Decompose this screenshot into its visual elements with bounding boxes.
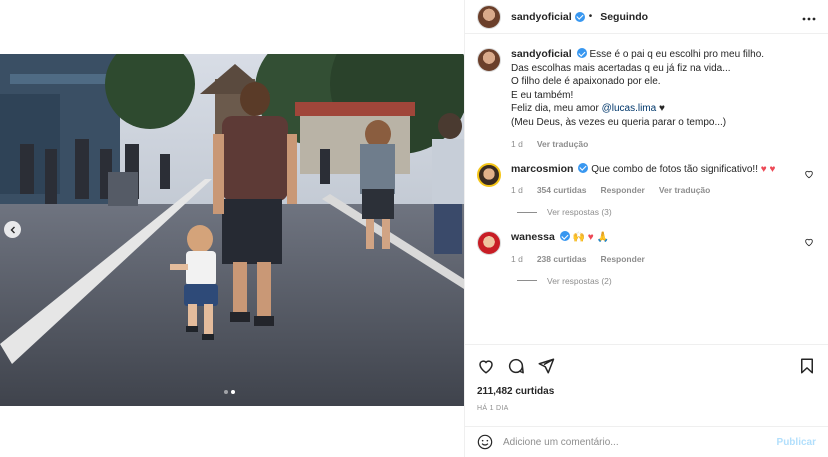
comment-likes[interactable]: 354 curtidas: [537, 185, 587, 195]
caption-line-6: (Meu Deus, às vezes eu queria parar o te…: [511, 116, 727, 128]
caption-text: sandyoficial Esse é o pai q eu escolhi p…: [511, 48, 816, 130]
caption-avatar[interactable]: [477, 48, 501, 72]
view-replies-button[interactable]: Ver respostas (3): [517, 207, 816, 217]
comment-body: 🙌 ♥ 🙏: [572, 232, 609, 244]
instagram-post-view: sandyoficial • Seguindo sandyoficial Ess…: [0, 0, 828, 457]
caption: sandyoficial Esse é o pai q eu escolhi p…: [477, 48, 816, 149]
photo-illustration: [0, 54, 464, 406]
view-replies-button[interactable]: Ver respostas (2): [517, 276, 816, 286]
caption-line-1: Esse é o pai q eu escolhi pro meu filho.: [589, 49, 765, 60]
carousel-prev-button[interactable]: [4, 221, 21, 238]
save-bookmark-icon[interactable]: [798, 357, 816, 375]
caption-age: 1 d: [511, 138, 523, 149]
comment-emoji: ♥ ♥: [760, 163, 776, 175]
emoji-smiley-icon[interactable]: [477, 434, 493, 450]
likes-count[interactable]: 211,482 curtidas: [477, 386, 554, 397]
verified-badge-icon: [559, 231, 570, 242]
post-header: sandyoficial • Seguindo: [465, 0, 828, 34]
comment-meta: 1 d 354 curtidas Responder Ver tradução: [511, 185, 798, 195]
comment-input[interactable]: [503, 436, 767, 448]
caption-line-4: E eu também!: [511, 89, 574, 101]
verified-badge-icon: [576, 48, 587, 58]
comment-meta: 1 d 238 curtidas Responder: [511, 254, 798, 264]
header-separator: •: [588, 11, 593, 22]
comment-bubble-icon[interactable]: [507, 357, 525, 375]
caption-line-2: Das escolhas mais acertadas q eu já fiz …: [511, 62, 731, 74]
carousel-dot-active: [231, 390, 235, 394]
caption-meta: 1 d Ver tradução: [511, 139, 816, 149]
comment-composer: Publicar: [465, 426, 828, 457]
comment-age: 1 d: [511, 185, 523, 196]
comment-item: wanessa 🙌 ♥ 🙏 1 d 238 curtidas Responder: [477, 231, 816, 264]
caption-translate-link[interactable]: Ver tradução: [537, 139, 589, 149]
post-timestamp[interactable]: HÁ 1 DIA: [477, 405, 509, 412]
caption-username[interactable]: sandyoficial: [511, 48, 572, 60]
comment-reply-button[interactable]: Responder: [600, 185, 644, 195]
comment-body: Que combo de fotos tão significativo!!: [591, 163, 761, 175]
caption-line-5: Feliz dia, meu amor: [511, 103, 602, 115]
post-sidebar: sandyoficial • Seguindo sandyoficial Ess…: [464, 0, 828, 457]
following-button[interactable]: Seguindo: [600, 11, 648, 23]
comment-item: marcosmion Que combo de fotos tão signif…: [477, 162, 816, 195]
post-photo[interactable]: [0, 54, 464, 406]
commenter-avatar[interactable]: [477, 162, 501, 187]
comments-list[interactable]: sandyoficial Esse é o pai q eu escolhi p…: [465, 34, 828, 345]
share-paper-plane-icon[interactable]: [537, 357, 555, 375]
post-media: [0, 0, 464, 457]
view-replies-label: Ver respostas (3): [547, 207, 612, 218]
verified-badge-icon: [578, 162, 589, 173]
like-heart-icon[interactable]: [477, 357, 495, 375]
view-replies-label: Ver respostas (2): [547, 275, 612, 286]
like-comment-heart-icon[interactable]: [804, 169, 814, 179]
comment-text: marcosmion Que combo de fotos tão signif…: [511, 162, 798, 177]
comment-translate-link[interactable]: Ver tradução: [659, 185, 711, 195]
more-horizontal-icon: [802, 17, 816, 20]
comment-age: 1 d: [511, 253, 523, 264]
more-options-button[interactable]: [802, 10, 816, 24]
post-actions: [465, 346, 828, 386]
author-username[interactable]: sandyoficial: [511, 11, 572, 23]
like-comment-heart-icon[interactable]: [804, 237, 814, 247]
comment-text: wanessa 🙌 ♥ 🙏: [511, 231, 798, 245]
chevron-left-icon: [10, 226, 15, 233]
commenter-avatar[interactable]: [477, 231, 501, 256]
replies-divider: [517, 280, 537, 282]
carousel-dot: [224, 390, 228, 394]
comment-likes[interactable]: 238 curtidas: [537, 254, 587, 264]
carousel-indicators: [224, 390, 235, 394]
caption-line-3: O filho dele é apaixonado por ele.: [511, 76, 661, 88]
author-avatar[interactable]: [477, 4, 501, 29]
comment-reply-button[interactable]: Responder: [600, 254, 644, 264]
verified-badge-icon: [574, 11, 585, 22]
mention-link[interactable]: @lucas.lima: [602, 103, 657, 114]
caption-heart: ♥: [656, 103, 665, 115]
publish-button[interactable]: Publicar: [777, 437, 816, 448]
replies-divider: [517, 211, 537, 213]
commenter-username[interactable]: marcosmion: [511, 163, 573, 175]
commenter-username[interactable]: wanessa: [511, 231, 555, 243]
